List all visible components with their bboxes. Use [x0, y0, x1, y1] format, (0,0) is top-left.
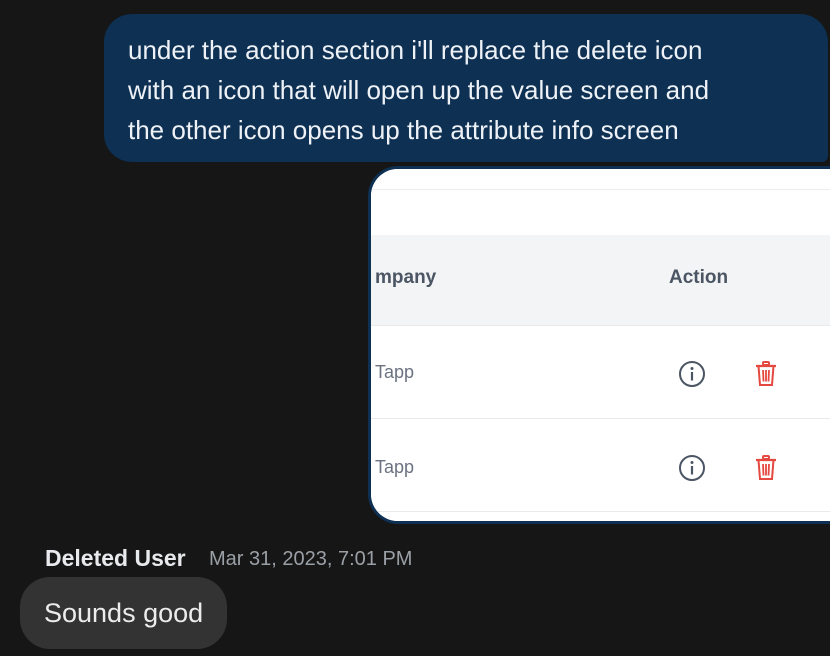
divider	[371, 511, 830, 512]
table-cell-company: Tapp	[375, 362, 415, 382]
divider	[371, 325, 830, 326]
message-timestamp: Mar 31, 2023, 7:01 PM	[209, 548, 413, 570]
info-icon	[679, 361, 705, 387]
divider	[371, 189, 830, 190]
table-cell-company: Tapp	[375, 457, 415, 477]
outgoing-message-bubble[interactable]: under the action section i'll replace th…	[104, 14, 828, 162]
incoming-message-bubble[interactable]: Sounds good	[20, 577, 228, 649]
table-screenshot: mpany Action Tapp Tapp	[371, 169, 830, 521]
sender-name[interactable]: Deleted User	[45, 545, 186, 572]
column-header-action: Action	[669, 267, 729, 288]
column-header-company: mpany	[375, 267, 437, 288]
table-header-row	[371, 235, 830, 325]
trash-icon	[756, 455, 776, 480]
image-attachment[interactable]: mpany Action Tapp Tapp	[368, 166, 830, 524]
trash-icon	[756, 361, 776, 386]
divider	[371, 418, 830, 419]
info-icon	[679, 455, 705, 481]
